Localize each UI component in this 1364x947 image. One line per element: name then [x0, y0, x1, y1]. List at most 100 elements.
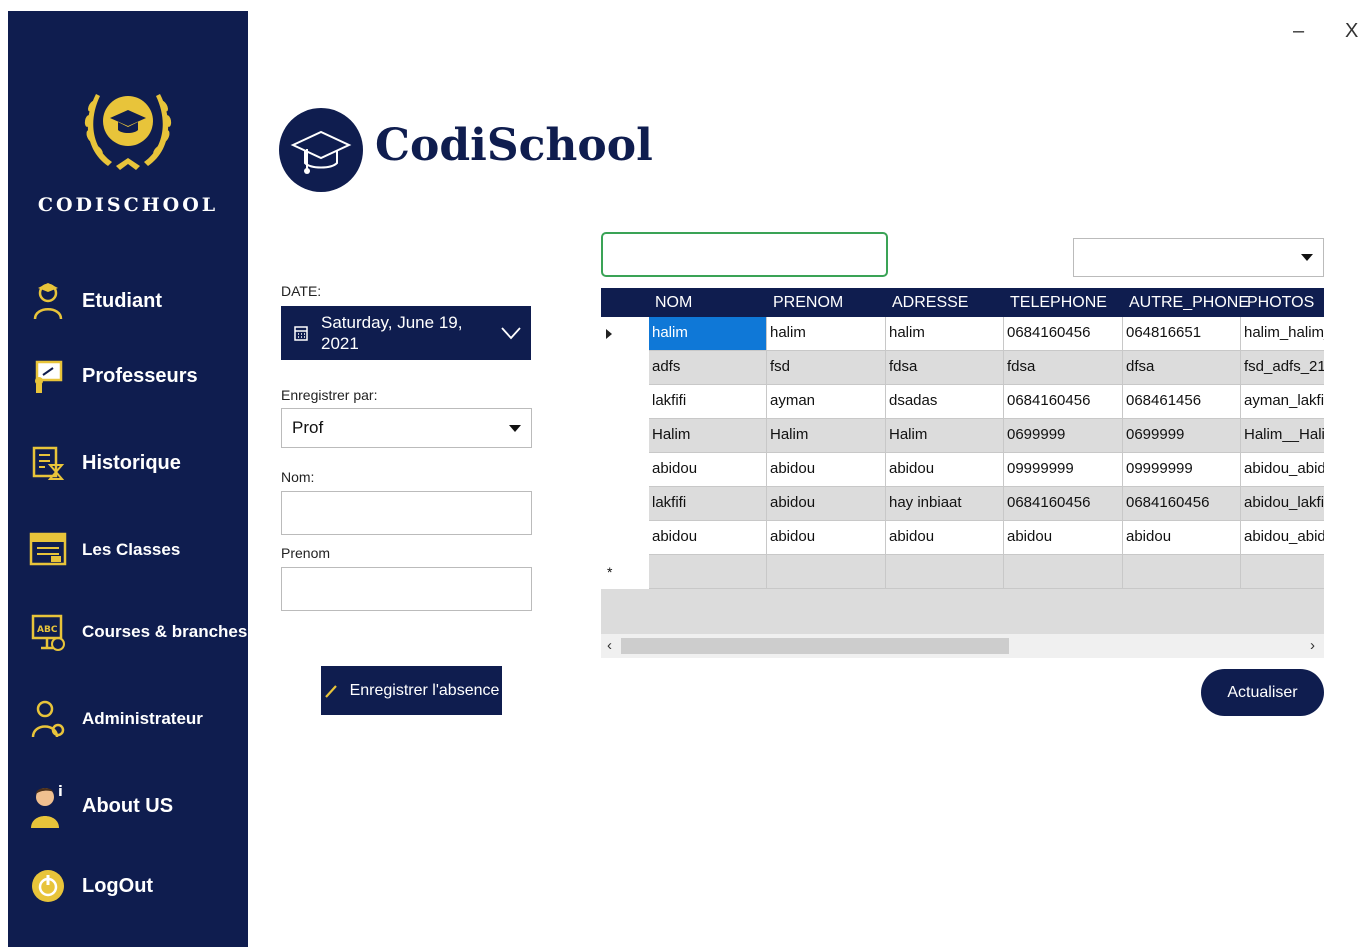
- table-cell[interactable]: halim: [886, 317, 1004, 351]
- scroll-left-icon[interactable]: ‹: [607, 637, 612, 654]
- table-cell[interactable]: abidou: [1004, 521, 1123, 555]
- students-grid[interactable]: NOM PRENOM ADRESSE TELEPHONE AUTRE_PHONE PHOT…: [601, 288, 1324, 658]
- table-cell[interactable]: [1123, 555, 1241, 589]
- sidebar-item-label: LogOut: [82, 874, 154, 897]
- table-cell[interactable]: abidou: [1123, 521, 1241, 555]
- table-cell[interactable]: ayman: [767, 385, 886, 419]
- date-picker[interactable]: Saturday, June 19, 2021: [281, 306, 531, 360]
- sidebar-item-historique[interactable]: Historique: [28, 438, 181, 488]
- admin-icon: [28, 699, 68, 739]
- table-cell[interactable]: hay inbiaat: [886, 487, 1004, 521]
- table-cell[interactable]: Halim: [886, 419, 1004, 453]
- table-cell[interactable]: 068461456: [1123, 385, 1241, 419]
- table-cell[interactable]: dsadas: [886, 385, 1004, 419]
- table-cell[interactable]: lakfifi: [649, 385, 767, 419]
- column-header[interactable]: PRENOM: [767, 288, 886, 317]
- scroll-right-icon[interactable]: ›: [1310, 637, 1315, 654]
- table-cell[interactable]: Halim__Halim_: [1241, 419, 1324, 453]
- table-cell[interactable]: 064816651: [1123, 317, 1241, 351]
- table-cell[interactable]: lakfifi: [649, 487, 767, 521]
- sidebar-item-professeurs[interactable]: Professeurs: [28, 351, 198, 401]
- column-header[interactable]: NOM: [649, 288, 767, 317]
- filter-select[interactable]: [1073, 238, 1324, 277]
- column-header[interactable]: TELEPHONE: [1004, 288, 1123, 317]
- table-cell[interactable]: 09999999: [1123, 453, 1241, 487]
- table-cell[interactable]: adfs: [649, 351, 767, 385]
- table-cell[interactable]: dfsa: [1123, 351, 1241, 385]
- table-cell[interactable]: halim_halim_1: [1241, 317, 1324, 351]
- scrollbar-thumb[interactable]: [621, 638, 1009, 654]
- table-row[interactable]: adfsfsdfdsafdsadfsafsd_adfs_21_(: [601, 351, 1324, 385]
- table-cell[interactable]: fsd_adfs_21_(: [1241, 351, 1324, 385]
- table-cell[interactable]: abidou: [649, 453, 767, 487]
- row-header[interactable]: [601, 419, 649, 453]
- classes-icon: [28, 530, 68, 570]
- table-cell[interactable]: Halim: [767, 419, 886, 453]
- sidebar-item-etudiant[interactable]: Etudiant: [28, 276, 162, 326]
- table-cell[interactable]: abidou: [767, 487, 886, 521]
- prenom-input[interactable]: [281, 567, 532, 611]
- table-cell[interactable]: abidou: [649, 521, 767, 555]
- table-cell[interactable]: [649, 555, 767, 589]
- table-cell[interactable]: abidou: [886, 453, 1004, 487]
- sidebar-item-logout[interactable]: LogOut: [28, 861, 153, 911]
- row-header[interactable]: [601, 453, 649, 487]
- table-cell[interactable]: 0699999: [1123, 419, 1241, 453]
- table-cell[interactable]: 0684160456: [1004, 317, 1123, 351]
- row-header[interactable]: [601, 521, 649, 555]
- date-label: DATE:: [281, 283, 322, 299]
- table-cell[interactable]: [767, 555, 886, 589]
- close-button[interactable]: X: [1345, 20, 1358, 43]
- enregistrer-par-value: Prof: [292, 418, 324, 437]
- row-header[interactable]: [601, 351, 649, 385]
- table-row[interactable]: lakfifi abidou hay inbiaat 0684160456 068416…: [601, 487, 1324, 521]
- row-header[interactable]: [601, 317, 649, 351]
- table-cell[interactable]: halim: [649, 317, 767, 351]
- table-row[interactable]: lakfifi ayman dsadas 0684160456 068461456 aym…: [601, 385, 1324, 419]
- enregistrer-par-select[interactable]: Prof: [281, 408, 532, 448]
- table-cell[interactable]: abidou_abidou: [1241, 521, 1324, 555]
- refresh-button[interactable]: Actualiser: [1201, 669, 1324, 716]
- table-row[interactable]: abidou abidou abidou 09999999 09999999 abidou…: [601, 453, 1324, 487]
- horizontal-scrollbar[interactable]: ‹ ›: [601, 634, 1324, 658]
- minimize-button[interactable]: –: [1293, 20, 1304, 43]
- search-input[interactable]: [601, 232, 888, 277]
- table-cell[interactable]: [886, 555, 1004, 589]
- sidebar-item-administrateur[interactable]: Administrateur: [28, 694, 203, 744]
- table-cell[interactable]: 0684160456: [1123, 487, 1241, 521]
- sidebar-item-les-classes[interactable]: Les Classes: [28, 525, 180, 575]
- row-header[interactable]: [601, 385, 649, 419]
- table-row[interactable]: HalimHalimHalim06999990699999Halim__Hali…: [601, 419, 1324, 453]
- sidebar-item-about-us[interactable]: i About US: [28, 781, 173, 831]
- current-row-icon: [606, 329, 612, 339]
- table-row[interactable]: abidou abidou abidou abidou abidou abidou_abi…: [601, 521, 1324, 555]
- table-cell[interactable]: Halim: [649, 419, 767, 453]
- table-cell[interactable]: fsd: [767, 351, 886, 385]
- column-header[interactable]: PHOTOS: [1241, 288, 1324, 317]
- row-header[interactable]: [601, 487, 649, 521]
- column-header[interactable]: AUTRE_PHONE: [1123, 288, 1249, 317]
- dropdown-arrow-icon: [1301, 254, 1313, 261]
- save-absence-button[interactable]: Enregistrer l'absence: [321, 666, 502, 715]
- table-cell[interactable]: abidou: [886, 521, 1004, 555]
- table-cell[interactable]: [1241, 555, 1324, 589]
- table-cell[interactable]: [1004, 555, 1123, 589]
- new-row[interactable]: *: [601, 555, 1324, 589]
- column-header[interactable]: ADRESSE: [886, 288, 1004, 317]
- table-cell[interactable]: 0699999: [1004, 419, 1123, 453]
- table-cell[interactable]: ayman_lakfifi_: [1241, 385, 1324, 419]
- table-cell[interactable]: abidou_abidou: [1241, 453, 1324, 487]
- enregistrer-par-label: Enregistrer par:: [281, 387, 378, 403]
- table-cell[interactable]: fdsa: [886, 351, 1004, 385]
- table-cell[interactable]: halim: [767, 317, 886, 351]
- table-cell[interactable]: abidou: [767, 453, 886, 487]
- table-cell[interactable]: 0684160456: [1004, 385, 1123, 419]
- table-cell[interactable]: abidou_lakfifi_: [1241, 487, 1324, 521]
- table-row[interactable]: halim halim halim 0684160456 064816651 halim_…: [601, 317, 1324, 351]
- table-cell[interactable]: 0684160456: [1004, 487, 1123, 521]
- table-cell[interactable]: 09999999: [1004, 453, 1123, 487]
- nom-input[interactable]: [281, 491, 532, 535]
- table-cell[interactable]: fdsa: [1004, 351, 1123, 385]
- sidebar-item-courses[interactable]: ABC Courses & branches: [28, 607, 247, 657]
- table-cell[interactable]: abidou: [767, 521, 886, 555]
